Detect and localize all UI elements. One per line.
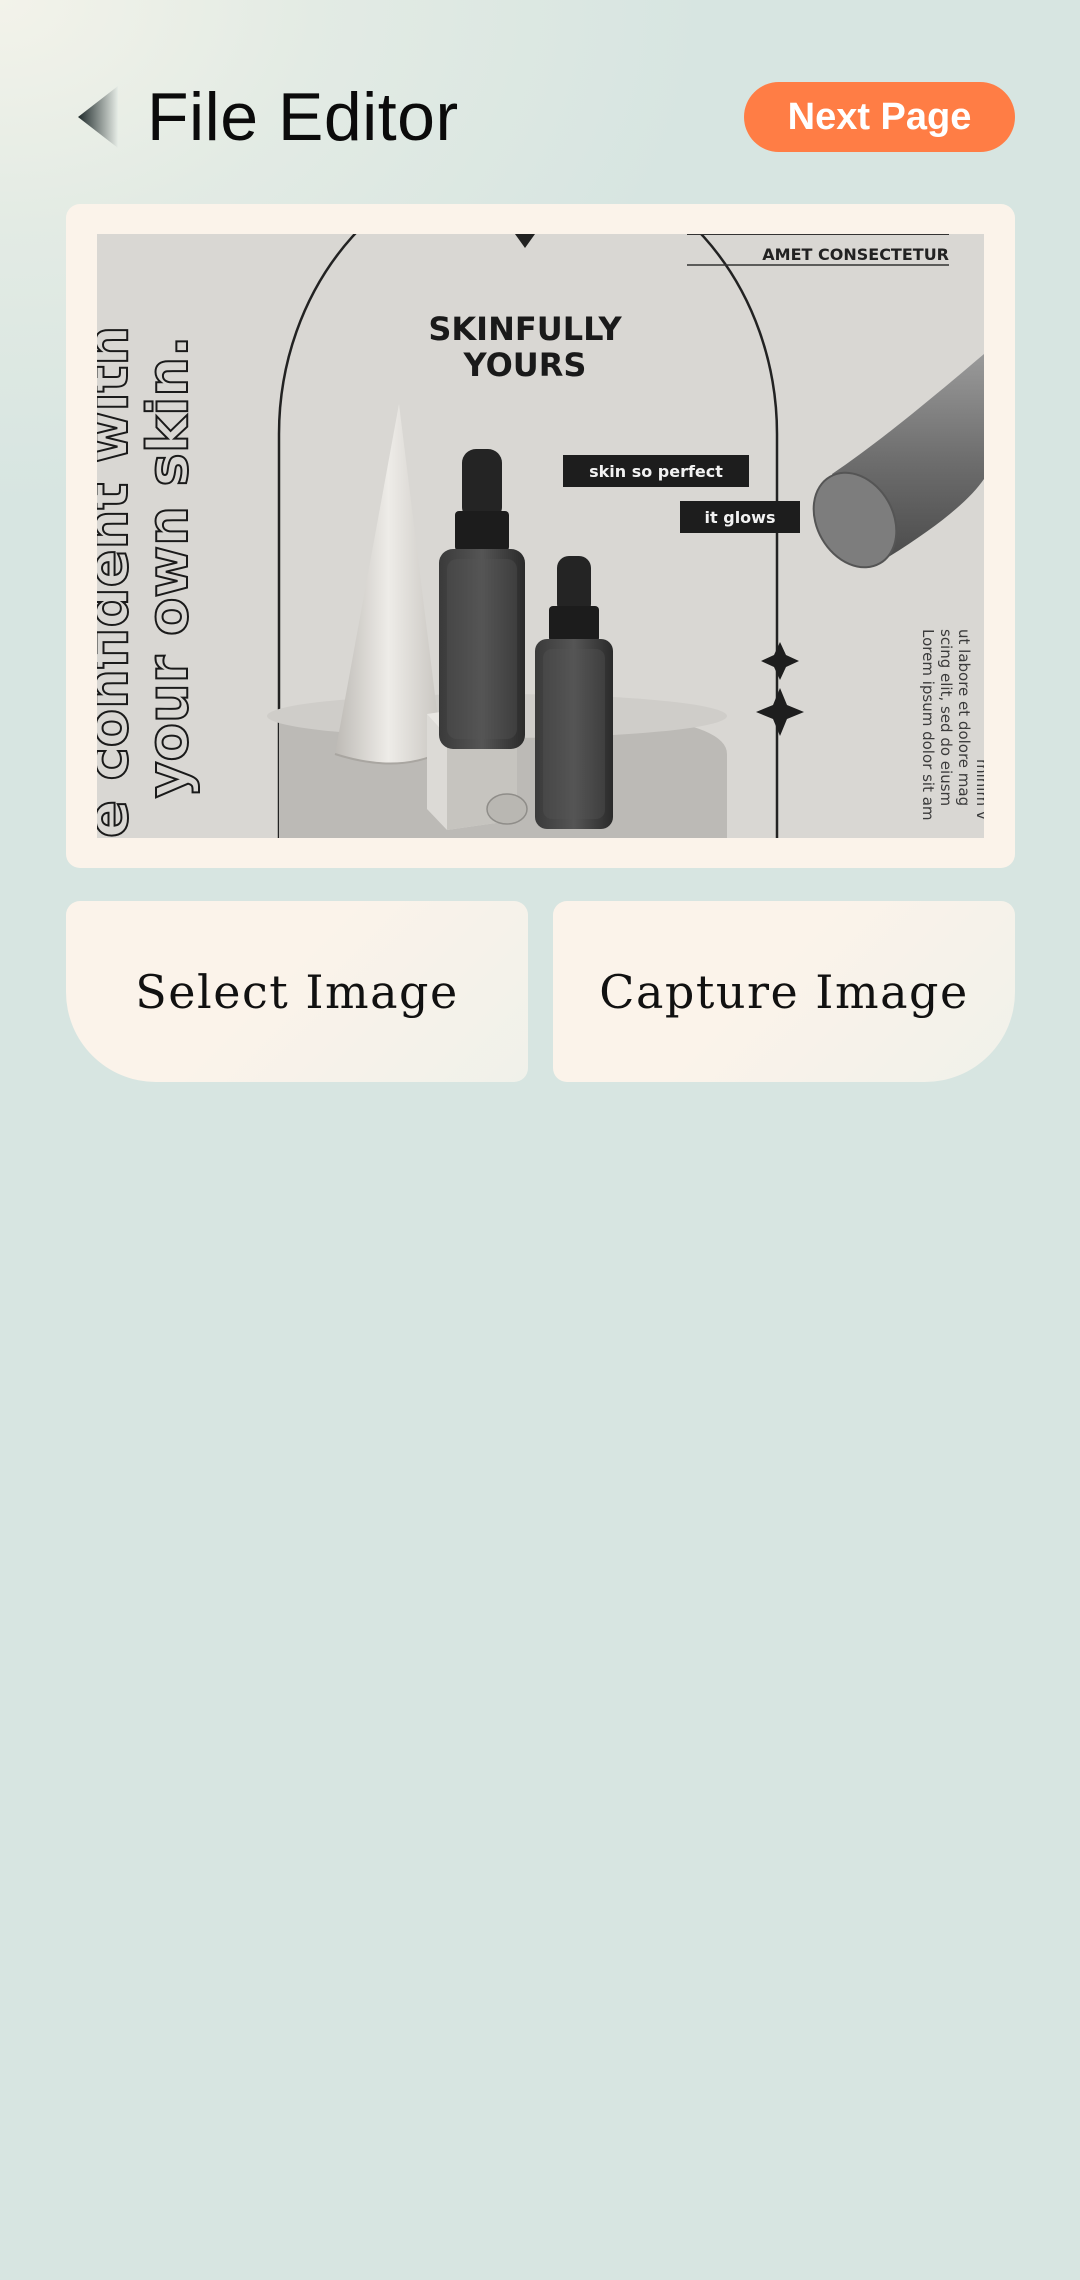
tag-skin-so-perfect: skin so perfect (589, 462, 723, 481)
lorem-line-3: ut labore et dolore mag (955, 629, 973, 806)
lorem-line-2: scing elit, sed do eiusm (937, 629, 955, 806)
side-text-line-2: your own skin. (136, 336, 201, 798)
poster-heading-1: SKINFULLY (428, 310, 622, 348)
poster-top-right-text: AMET CONSECTETUR (762, 245, 949, 264)
side-text-line-1: e confident with (97, 326, 141, 838)
next-page-button[interactable]: Next Page (744, 82, 1015, 152)
select-image-button[interactable]: Select Image (66, 901, 528, 1082)
capture-image-button[interactable]: Capture Image (553, 901, 1015, 1082)
lorem-line-4: minim v (973, 759, 984, 820)
lorem-line-1: Lorem ipsum dolor sit am (919, 629, 937, 821)
preview-image: e confident with your own skin. SKINFULL… (97, 234, 984, 838)
image-preview-card: e confident with your own skin. SKINFULL… (66, 204, 1015, 868)
back-arrow-icon (78, 86, 118, 148)
back-button[interactable] (70, 82, 140, 152)
poster-heading-2: YOURS (463, 346, 587, 384)
page-title: File Editor (147, 79, 459, 155)
tag-it-glows: it glows (705, 508, 776, 527)
